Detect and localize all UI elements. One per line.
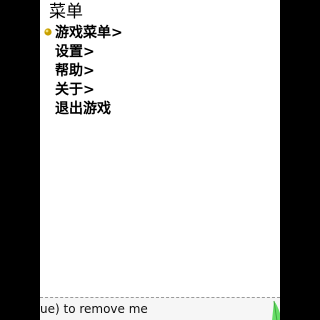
menu-title: 菜单 (49, 2, 83, 22)
green-leaf-icon (272, 300, 280, 320)
submenu-arrow: > (83, 82, 95, 98)
menu-item-label: 游戏菜单 (55, 25, 111, 41)
submenu-arrow: > (111, 25, 123, 41)
menu-item-label: 帮助 (55, 63, 83, 79)
menu-item-help[interactable]: 帮助> (55, 62, 123, 81)
bullet-ball-icon (44, 28, 52, 36)
status-text: ue) to remove me (40, 302, 148, 316)
menu-item-settings[interactable]: 设置> (55, 43, 123, 62)
menu-item-about[interactable]: 关于> (55, 81, 123, 100)
menu-item-label: 关于 (55, 82, 83, 98)
menu-item-game-menu[interactable]: 游戏菜单> (44, 24, 123, 43)
submenu-arrow: > (83, 44, 95, 60)
submenu-arrow: > (83, 63, 95, 79)
menu-list: 游戏菜单> 设置> 帮助> 关于> 退出游戏 (44, 24, 123, 119)
menu-item-exit-game[interactable]: 退出游戏 (55, 100, 123, 119)
menu-item-label: 设置 (55, 44, 83, 60)
status-bar: ue) to remove me (40, 297, 280, 320)
menu-item-label: 退出游戏 (55, 101, 111, 117)
game-screen: 菜单 游戏菜单> 设置> 帮助> 关于> 退出游戏 ue) to remove … (40, 0, 280, 320)
